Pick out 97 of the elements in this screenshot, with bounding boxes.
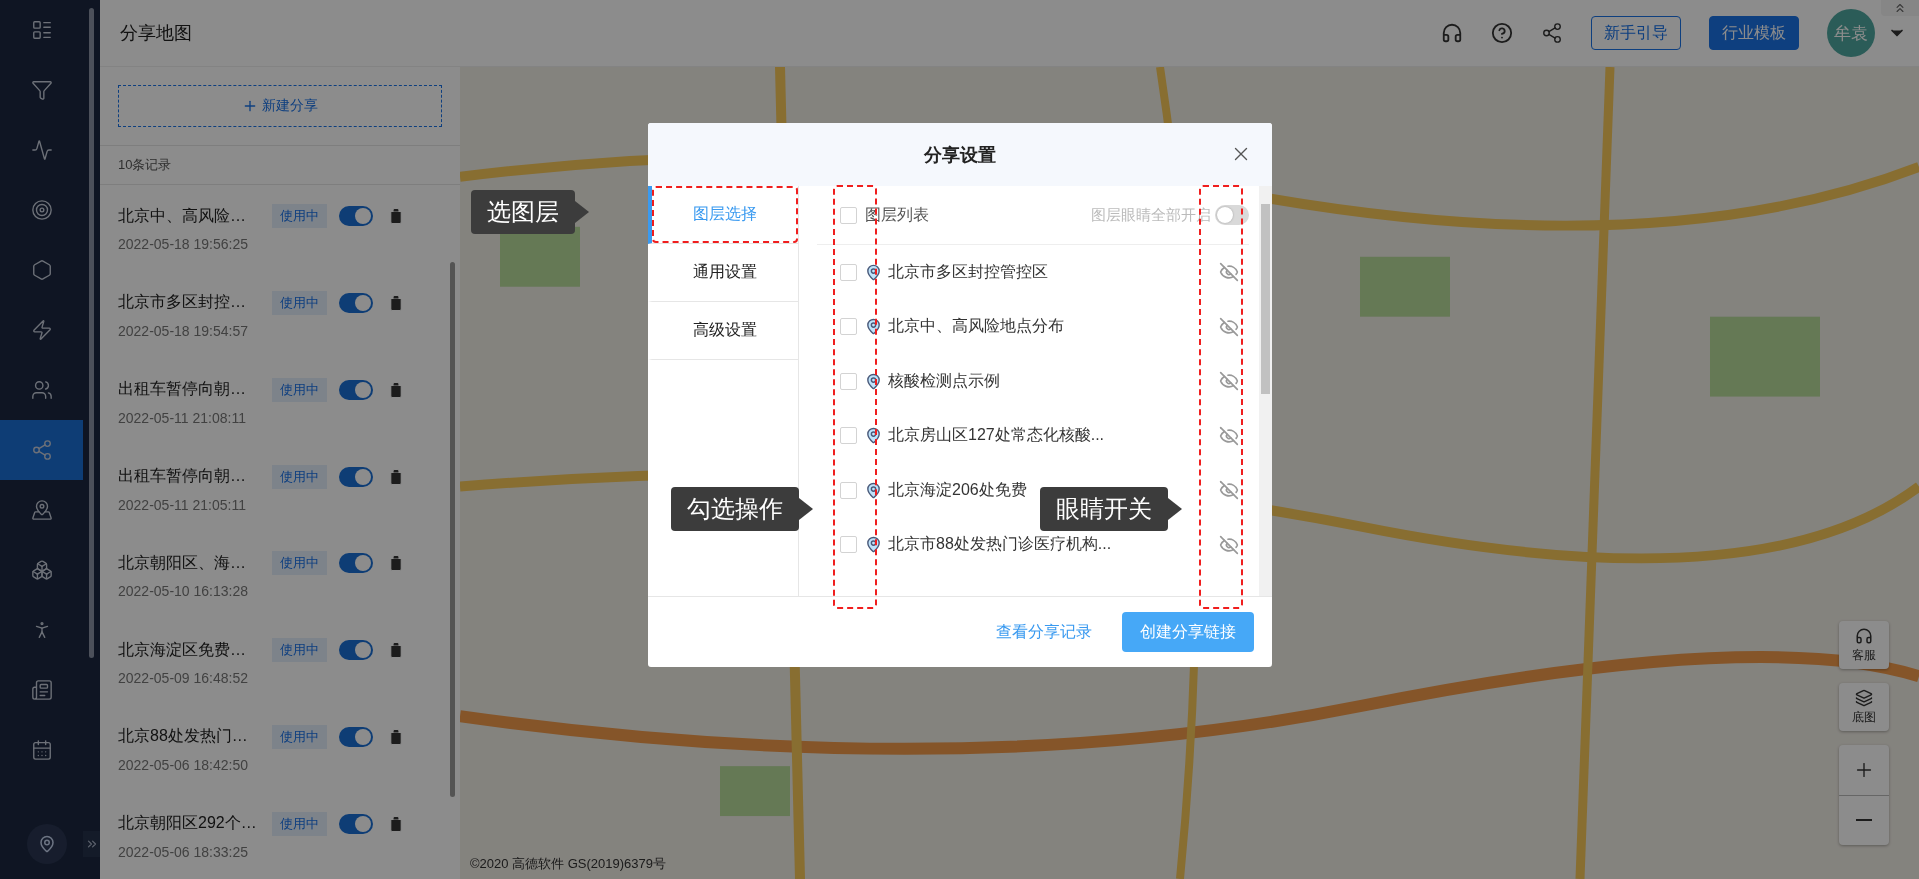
eye-off-icon[interactable] — [1219, 480, 1239, 501]
layer-name: 北京海淀206处免费 — [888, 479, 1027, 500]
chevrons-up-icon — [1893, 1, 1907, 15]
layer-checkbox[interactable] — [840, 536, 857, 554]
help-icon[interactable] — [1491, 22, 1513, 44]
new-share-button[interactable]: 新建分享 — [118, 85, 442, 127]
map-pin-icon — [865, 263, 882, 281]
minus-icon — [1856, 819, 1872, 822]
map-pin-icon — [865, 427, 882, 445]
share-title: 北京中、高风险… — [118, 205, 247, 226]
collapse-button[interactable] — [1881, 0, 1919, 16]
layer-name: 北京市多区封控管控区 — [888, 261, 1048, 282]
eye-off-icon[interactable] — [1219, 262, 1239, 283]
share-title: 北京朝阳区、海… — [118, 552, 247, 573]
map-pin-icon — [865, 536, 882, 554]
toggle-switch[interactable] — [1215, 205, 1249, 225]
share-title: 北京市多区封控… — [118, 292, 247, 313]
toggle-switch[interactable] — [339, 813, 373, 834]
guide-button[interactable]: 新手引导 — [1591, 16, 1681, 50]
map-pin-icon — [865, 481, 882, 499]
list-header: 图层列表 — [865, 204, 929, 225]
share-title: 北京海淀区免费… — [118, 639, 247, 660]
page-title: 分享地图 — [120, 22, 192, 45]
toggle-switch[interactable] — [339, 293, 373, 313]
layer-checkbox[interactable] — [840, 427, 857, 445]
headset-icon — [1855, 626, 1873, 645]
share-time: 2022-05-06 18:42:50 — [118, 756, 249, 773]
target-icon — [30, 199, 53, 221]
toggle-switch[interactable] — [339, 379, 373, 400]
callout-pointer — [799, 498, 813, 520]
share-title: 北京88处发热门… — [118, 726, 249, 747]
hexagon-icon — [30, 259, 53, 281]
status-tag: 使用中 — [272, 551, 327, 576]
document-icon — [30, 679, 53, 701]
share-title: 出租车暂停向朝… — [118, 379, 247, 400]
callout-pointer — [575, 201, 589, 223]
eye-off-icon[interactable] — [1219, 316, 1239, 337]
share-time: 2022-05-10 16:13:28 — [118, 583, 249, 600]
status-tag: 使用中 — [272, 811, 327, 836]
share-title: 出租车暂停向朝… — [118, 466, 247, 487]
status-tag: 使用中 — [272, 464, 327, 489]
share-time: 2022-05-18 19:56:25 — [118, 236, 249, 253]
layer-name: 北京房山区127处常态化核酸... — [888, 425, 1105, 446]
toggle-switch[interactable] — [339, 553, 373, 574]
select-all-checkbox[interactable] — [840, 206, 857, 224]
service-button[interactable]: 客服 — [1839, 621, 1889, 669]
user-avatar[interactable]: 牟袁 — [1827, 9, 1875, 57]
eye-off-icon[interactable] — [1219, 534, 1239, 555]
layer-name: 北京中、高风险地点分布 — [888, 316, 1064, 337]
expand-button[interactable] — [83, 831, 100, 857]
share-time: 2022-05-06 18:33:25 — [118, 843, 249, 860]
map-pin-avatar[interactable] — [27, 824, 67, 864]
share-icon[interactable] — [1541, 22, 1563, 44]
toggle-switch[interactable] — [339, 726, 373, 747]
layer-checkbox[interactable] — [840, 318, 857, 336]
pulse-icon — [30, 139, 53, 161]
eye-off-icon[interactable] — [1219, 371, 1239, 392]
map-pin-icon — [30, 499, 53, 521]
basemap-button[interactable]: 底图 — [1839, 683, 1889, 731]
users-icon — [30, 379, 53, 401]
toggle-switch[interactable] — [339, 466, 373, 487]
nav-item[interactable] — [0, 420, 83, 480]
record-count: 10条记录 — [100, 144, 460, 185]
status-tag: 使用中 — [272, 204, 327, 229]
headset-icon[interactable] — [1441, 22, 1463, 44]
layer-checkbox[interactable] — [840, 481, 857, 499]
status-tag: 使用中 — [272, 724, 327, 749]
share-time: 2022-05-18 19:54:57 — [118, 323, 249, 339]
layer-name: 核酸检测点示例 — [888, 370, 1000, 391]
layer-name: 北京市88处发热门诊医疗机构... — [888, 534, 1112, 555]
status-tag: 使用中 — [272, 291, 327, 315]
share-title: 北京朝阳区292个… — [118, 813, 258, 834]
list-icon — [30, 19, 53, 41]
share-icon — [30, 439, 53, 461]
share-history-link[interactable]: 查看分享记录 — [996, 621, 1092, 643]
dialog-title: 分享设置 — [924, 143, 996, 167]
calendar-icon — [30, 739, 53, 761]
status-tag: 使用中 — [272, 377, 327, 402]
map-pin-icon — [865, 372, 882, 390]
filter-icon — [30, 79, 53, 101]
map-pin-icon — [865, 318, 882, 336]
share-time: 2022-05-11 21:05:11 — [118, 496, 247, 513]
template-button[interactable]: 行业模板 — [1709, 16, 1799, 50]
layers-icon — [1855, 688, 1873, 707]
share-time: 2022-05-11 21:08:11 — [118, 409, 247, 426]
create-link-button[interactable]: 创建分享链接 — [1122, 612, 1254, 652]
share-time: 2022-05-09 16:48:52 — [118, 670, 249, 687]
layer-checkbox[interactable] — [840, 372, 857, 390]
map-attribution: ©2020 高德软件 GS(2019)6379号 — [470, 855, 666, 873]
settings-tab[interactable]: 图层选择 — [648, 186, 798, 244]
toggle-switch[interactable] — [339, 206, 373, 227]
eye-off-icon[interactable] — [1219, 425, 1239, 446]
toggle-switch[interactable] — [339, 640, 373, 661]
lightning-icon — [30, 319, 53, 341]
status-tag: 使用中 — [272, 638, 327, 663]
callout-pointer — [1168, 498, 1182, 520]
layer-checkbox[interactable] — [840, 263, 857, 281]
